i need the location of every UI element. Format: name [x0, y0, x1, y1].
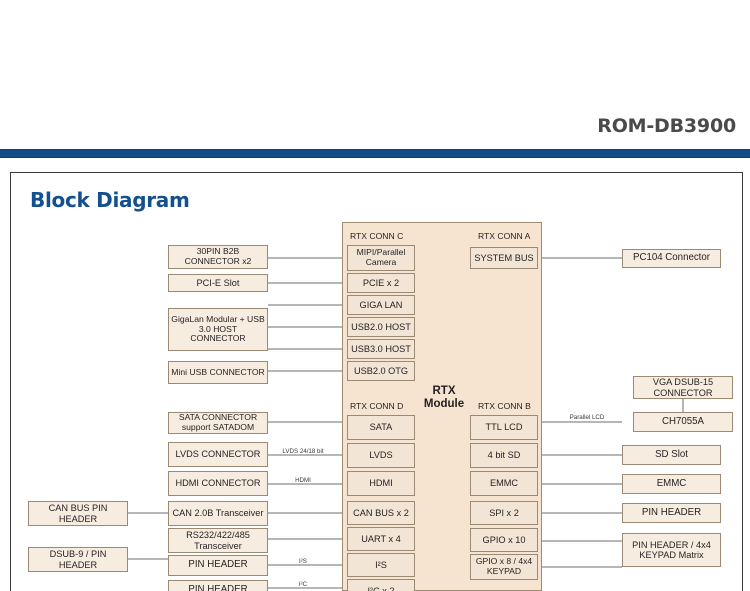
- signal-label: USB2.0 OTG: [353, 365, 409, 376]
- signal-box-usb20-host: USB2.0 HOST: [347, 317, 415, 337]
- peripheral-label: PIN HEADER / 4x4 KEYPAD Matrix: [632, 539, 711, 560]
- peripheral-label: CH7055A: [661, 415, 704, 427]
- peripheral-box-vga-dsub-15-connector: VGA DSUB-15 CONNECTOR: [633, 376, 733, 399]
- peripheral-label: SD Slot: [655, 448, 688, 460]
- signal-label: PCIE x 2: [362, 277, 400, 288]
- peripheral-label: HDMI CONNECTOR: [175, 478, 261, 489]
- signal-label: 4 bit SD: [487, 450, 521, 461]
- signal-box-spi-x2: SPI x 2: [470, 501, 538, 525]
- signal-box-uart-x4: UART x 4: [347, 527, 415, 551]
- signal-box-usb30-host: USB3.0 HOST: [347, 339, 415, 359]
- signal-label: GIGA LAN: [359, 299, 403, 310]
- connector-label-conn-a: RTX CONN A: [478, 231, 531, 241]
- wire-label-i2c: I²C: [298, 581, 308, 588]
- peripheral-label: LVDS CONNECTOR: [175, 449, 261, 460]
- peripheral-box-pc104-connector: PC104 Connector: [622, 249, 721, 268]
- signal-label: SPI x 2: [489, 507, 519, 518]
- signal-box-emmc: EMMC: [470, 471, 538, 496]
- signal-box-lvds: LVDS: [347, 443, 415, 468]
- peripheral-label: CAN BUS PIN HEADER: [48, 503, 108, 524]
- signal-label: MIPI/Parallel Camera: [356, 247, 406, 267]
- signal-box-mipi-parallel-camera: MIPI/Parallel Camera: [347, 245, 415, 271]
- signal-box-sata: SATA: [347, 415, 415, 440]
- connector-label-conn-d: RTX CONN D: [350, 401, 404, 411]
- signal-box-ttl-lcd: TTL LCD: [470, 415, 538, 440]
- peripheral-box-emmc: EMMC: [622, 474, 721, 494]
- peripheral-label: PCI-E Slot: [196, 277, 240, 288]
- peripheral-box-30pin-b2b-connector: 30PIN B2B CONNECTOR x2: [168, 245, 268, 269]
- signal-box-system-bus: SYSTEM BUS: [470, 247, 538, 269]
- signal-label: UART x 4: [361, 533, 401, 544]
- peripheral-label: Mini USB CONNECTOR: [171, 366, 265, 377]
- peripheral-label: 30PIN B2B CONNECTOR x2: [184, 246, 252, 266]
- signal-box-i2s: I²S: [347, 553, 415, 577]
- peripheral-box-pin-header-i2c: PIN HEADER: [168, 580, 268, 591]
- signal-box-gpio-x8-keypad: GPIO x 8 / 4x4 KEYPAD: [470, 554, 538, 580]
- signal-box-can-bus-x2: CAN BUS x 2: [347, 501, 415, 525]
- signal-label: GPIO x 8 / 4x4 KEYPAD: [475, 556, 533, 576]
- signal-label: CAN BUS x 2: [353, 507, 409, 518]
- signal-box-giga-lan: GIGA LAN: [347, 295, 415, 315]
- signal-label: I²S: [375, 559, 387, 570]
- peripheral-label: VGA DSUB-15 CONNECTOR: [652, 377, 714, 398]
- peripheral-box-sata-connector-satadom: SATA CONNECTOR support SATADOM: [168, 412, 268, 434]
- signal-label: TTL LCD: [485, 422, 523, 433]
- signal-box-hdmi: HDMI: [347, 471, 415, 496]
- signal-label: USB3.0 HOST: [351, 343, 411, 354]
- signal-label: HDMI: [369, 478, 393, 489]
- peripheral-box-mini-usb-connector: Mini USB CONNECTOR: [168, 361, 268, 384]
- peripheral-box-can-bus-pin-header: CAN BUS PIN HEADER: [28, 501, 128, 526]
- signal-label: SYSTEM BUS: [474, 252, 534, 263]
- peripheral-label: EMMC: [656, 477, 687, 489]
- wire-label-parallel-lcd: Parallel LCD: [569, 414, 605, 421]
- peripheral-box-sd-slot: SD Slot: [622, 445, 721, 465]
- peripheral-label: DSUB-9 / PIN HEADER: [49, 549, 107, 570]
- wire-label-i2s: I²S: [299, 558, 307, 565]
- signal-box-i2c-x2: I²C x 2: [347, 579, 415, 591]
- signal-label: I²C x 2: [367, 585, 395, 591]
- peripheral-box-pin-header-gpio: PIN HEADER: [622, 503, 721, 523]
- peripheral-label: PC104 Connector: [632, 252, 710, 264]
- signal-box-4-bit-sd: 4 bit SD: [470, 443, 538, 468]
- rtx-module-title: RTX Module: [414, 385, 474, 411]
- peripheral-label: PIN HEADER: [188, 584, 248, 591]
- peripheral-label: PIN HEADER: [188, 559, 248, 571]
- connector-label-conn-c: RTX CONN C: [350, 231, 404, 241]
- peripheral-box-gigalan-usb30-host-connector: GigaLan Modular + USB 3.0 HOST CONNECTOR: [168, 308, 268, 351]
- signal-label: USB2.0 HOST: [351, 321, 411, 332]
- peripheral-box-hdmi-connector: HDMI CONNECTOR: [168, 471, 268, 496]
- peripheral-label: SATA CONNECTOR support SATADOM: [178, 412, 258, 432]
- wire-label-hdmi: HDMI: [295, 477, 311, 484]
- peripheral-box-pin-header-i2s: PIN HEADER: [168, 555, 268, 576]
- signal-box-usb20-otg: USB2.0 OTG: [347, 361, 415, 381]
- peripheral-box-rs232-422-485-transceiver: RS232/422/485 Transceiver: [168, 528, 268, 553]
- signal-box-gpio-x10: GPIO x 10: [470, 528, 538, 552]
- peripheral-label: PIN HEADER: [641, 506, 702, 518]
- peripheral-box-lvds-connector: LVDS CONNECTOR: [168, 442, 268, 467]
- signal-label: EMMC: [489, 478, 519, 489]
- wire-label-lvds: LVDS 24/18 bit: [282, 448, 324, 455]
- peripheral-label: GigaLan Modular + USB 3.0 HOST CONNECTOR: [171, 314, 265, 344]
- rtx-module-title-line1: RTX: [432, 385, 456, 397]
- peripheral-box-can-20b-transceiver: CAN 2.0B Transceiver: [168, 501, 268, 526]
- signal-label: GPIO x 10: [482, 534, 526, 545]
- peripheral-box-dsub-9-pin-header: DSUB-9 / PIN HEADER: [28, 547, 128, 572]
- peripheral-label: RS232/422/485 Transceiver: [186, 530, 250, 551]
- peripheral-box-pci-e-slot: PCI-E Slot: [168, 274, 268, 292]
- block-diagram-page: ROM-DB3900 Block Diagram RTX Module RTX …: [0, 0, 750, 591]
- peripheral-label: CAN 2.0B Transceiver: [172, 508, 264, 519]
- rtx-module-title-line2: Module: [423, 398, 465, 411]
- signal-box-pcie-x2: PCIE x 2: [347, 273, 415, 293]
- signal-label: LVDS: [369, 450, 393, 461]
- signal-label: SATA: [369, 422, 393, 433]
- peripheral-box-ch7055a: CH7055A: [633, 412, 733, 432]
- peripheral-box-pin-header-4x4-keypad-matrix: PIN HEADER / 4x4 KEYPAD Matrix: [622, 533, 721, 567]
- connector-label-conn-b: RTX CONN B: [478, 401, 531, 411]
